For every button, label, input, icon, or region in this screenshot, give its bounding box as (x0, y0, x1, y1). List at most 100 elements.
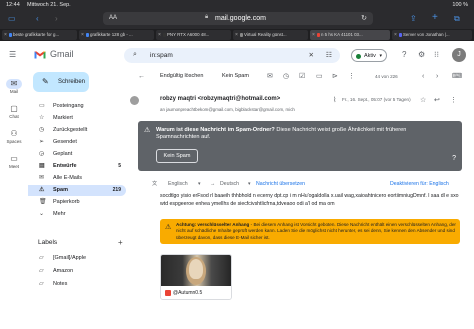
close-icon[interactable]: × (4, 30, 7, 40)
translate-message-link[interactable]: Nachricht übersetzen (256, 179, 305, 189)
chevron-down-icon: ⌄ (39, 211, 45, 217)
sidebar-item-spam[interactable]: ⚠ Spam 219 (28, 185, 126, 196)
sidebar-item-label: Entwürfe (53, 163, 77, 169)
browser-tab-active[interactable]: × n 5 hs KA 41101 03... (310, 30, 390, 40)
star-icon[interactable]: ☆ (420, 96, 426, 105)
sidebar-item-all-mail[interactable]: ✉ Alle E-Mails (28, 173, 126, 184)
attachment-thumbnail[interactable]: @Autumn0.5 (160, 254, 232, 300)
add-label-icon[interactable]: + (118, 238, 123, 247)
help-icon[interactable]: ? (452, 155, 456, 162)
reload-icon[interactable]: ↻ (361, 14, 367, 22)
back-arrow-icon[interactable]: ‹ (36, 14, 39, 24)
label-item[interactable]: ▱ Notes (28, 279, 126, 290)
star-icon: ☆ (39, 115, 45, 121)
reply-icon[interactable]: ↩ (434, 96, 440, 105)
attachment-name: @Autumn0.5 (173, 290, 203, 296)
close-icon[interactable]: × (81, 30, 84, 40)
chevron-down-icon: ▾ (248, 181, 251, 187)
all-mail-icon: ✉ (39, 175, 45, 181)
move-to-icon[interactable]: ▭ (316, 72, 323, 81)
search-box[interactable]: ⌕ ✕ ☷ (124, 48, 340, 63)
chevron-down-icon: ▾ (379, 53, 382, 59)
target-language-select[interactable]: Deutsch (220, 179, 239, 189)
help-icon[interactable]: ? (402, 50, 406, 60)
favicon-icon (163, 33, 166, 37)
sidebar-item-trash[interactable]: 🗑︎ Papierkorb (28, 197, 126, 208)
favicon-icon (86, 33, 89, 37)
label-item[interactable]: ▱ [Gmail]/Apple (28, 253, 126, 264)
label-icon[interactable]: ⊳ (332, 72, 338, 81)
close-icon[interactable]: × (312, 30, 315, 40)
spam-notice: ⚠ Warum ist diese Nachricht im Spam-Ordn… (138, 121, 462, 171)
sidebar-item-more[interactable]: ⌄ Mehr (28, 209, 126, 220)
sender-name: robzy maqtri <robzymaqtri@hotmail.com> (160, 96, 281, 102)
gmail-header: ☰ Gmail ⌕ ✕ ☷ Aktiv ▾ ? ⚙ ⁝⁝ J (0, 41, 474, 69)
add-task-icon[interactable]: ☑ (299, 72, 305, 81)
send-icon: ➢ (39, 139, 45, 145)
mail-icon: ✉ (6, 79, 22, 89)
rail-spaces[interactable]: ⚇ Spaces (0, 129, 28, 144)
hamburger-menu-icon[interactable]: ☰ (9, 50, 16, 59)
mark-unread-icon[interactable]: ✉ (267, 72, 273, 81)
tab-label: grafikkarte 128 gb - ... (90, 32, 133, 37)
tab-label: Server von Jonathan |... (403, 32, 450, 37)
disable-translation-link[interactable]: Deaktivieren für: Englisch (390, 179, 449, 189)
compose-button[interactable]: ✎ Schreiben (33, 72, 89, 92)
chevron-left-icon[interactable]: ‹ (422, 72, 424, 81)
share-icon[interactable]: ⇪ (410, 14, 417, 24)
close-icon[interactable]: × (235, 30, 238, 40)
spam-count: 219 (112, 187, 121, 193)
browser-tab[interactable]: × Virtual Reality günst... (233, 30, 308, 40)
label-name: Amazon (53, 268, 74, 274)
sidebar-item-inbox[interactable]: ▭ Posteingang (28, 101, 126, 112)
sidebar-toggle-icon[interactable]: ▭ (8, 14, 16, 24)
sidebar-item-label: Geplant (53, 151, 73, 157)
new-tab-icon[interactable]: + (432, 13, 438, 23)
browser-tab[interactable]: × beste grafikkarte for g... (2, 30, 77, 40)
tab-overview-icon[interactable]: ⧉ (454, 14, 460, 24)
address-bar[interactable]: AA 🔒︎ mail.google.com ↻ (103, 12, 373, 25)
account-avatar[interactable]: J (452, 48, 466, 62)
message-body: socdtlgo yisio erFsod rl baaeih thhbhold… (160, 193, 459, 207)
keyboard-icon[interactable]: ⌨ (452, 72, 462, 81)
search-filter-icon[interactable]: ☷ (326, 51, 332, 59)
rail-mail[interactable]: ✉ Mail (0, 79, 28, 94)
search-icon[interactable]: ⌕ (133, 51, 137, 59)
label-item[interactable]: ▱ Amazon (28, 266, 126, 277)
browser-tab[interactable]: × grafikkarte 128 gb - ... (79, 30, 154, 40)
chevron-right-icon[interactable]: › (436, 72, 438, 81)
close-icon[interactable]: × (394, 30, 397, 40)
more-vert-icon[interactable]: ⋮ (348, 72, 355, 81)
source-language-select[interactable]: Englisch (168, 179, 188, 189)
close-icon[interactable]: × (158, 30, 161, 40)
spaces-icon: ⚇ (10, 129, 18, 138)
back-arrow-icon[interactable]: ← (138, 72, 145, 81)
sidebar-item-drafts[interactable]: ▤ Entwürfe 5 (28, 161, 126, 172)
rail-meet[interactable]: ▭ Meet (0, 154, 28, 169)
not-spam-button[interactable]: Kein Spam (222, 72, 249, 81)
sidebar-item-starred[interactable]: ☆ Markiert (28, 113, 126, 124)
status-dropdown[interactable]: Aktiv ▾ (351, 49, 387, 62)
more-vert-icon[interactable]: ⋮ (450, 96, 457, 105)
reader-options-button[interactable]: AA (109, 15, 117, 21)
sidebar-item-sent[interactable]: ➢ Gesendet (28, 137, 126, 148)
apps-grid-icon[interactable]: ⁝⁝ (434, 50, 439, 60)
delete-forever-button[interactable]: Endgültig löschen (160, 72, 203, 81)
forward-arrow-icon[interactable]: › (55, 14, 58, 24)
snooze-icon[interactable]: ◷ (283, 72, 289, 81)
sidebar-item-scheduled[interactable]: ◶ Geplant (28, 149, 126, 160)
sidebar-item-snoozed[interactable]: ◷ Zurückgestellt (28, 125, 126, 136)
browser-tab[interactable]: × PNY RTX A6000 48... (156, 30, 231, 40)
clear-search-icon[interactable]: ✕ (309, 51, 314, 59)
settings-gear-icon[interactable]: ⚙ (418, 50, 425, 60)
attachment-caption: @Autumn0.5 (161, 286, 231, 299)
spam-icon: ⚠ (39, 187, 45, 193)
spam-notice-text: Warum ist diese Nachricht im Spam-Ordner… (156, 127, 426, 141)
not-spam-notice-button[interactable]: Kein Spam (156, 149, 198, 163)
recipients-line: an jaumonpreachtbekom@gmail.com, bigblac… (160, 107, 295, 112)
browser-tab[interactable]: × Server von Jonathan |... (392, 30, 472, 40)
sidebar-item-label: Papierkorb (53, 199, 80, 205)
favicon-icon (317, 33, 320, 37)
search-input[interactable] (150, 50, 300, 61)
rail-chat[interactable]: ▢ Chat (0, 104, 28, 119)
